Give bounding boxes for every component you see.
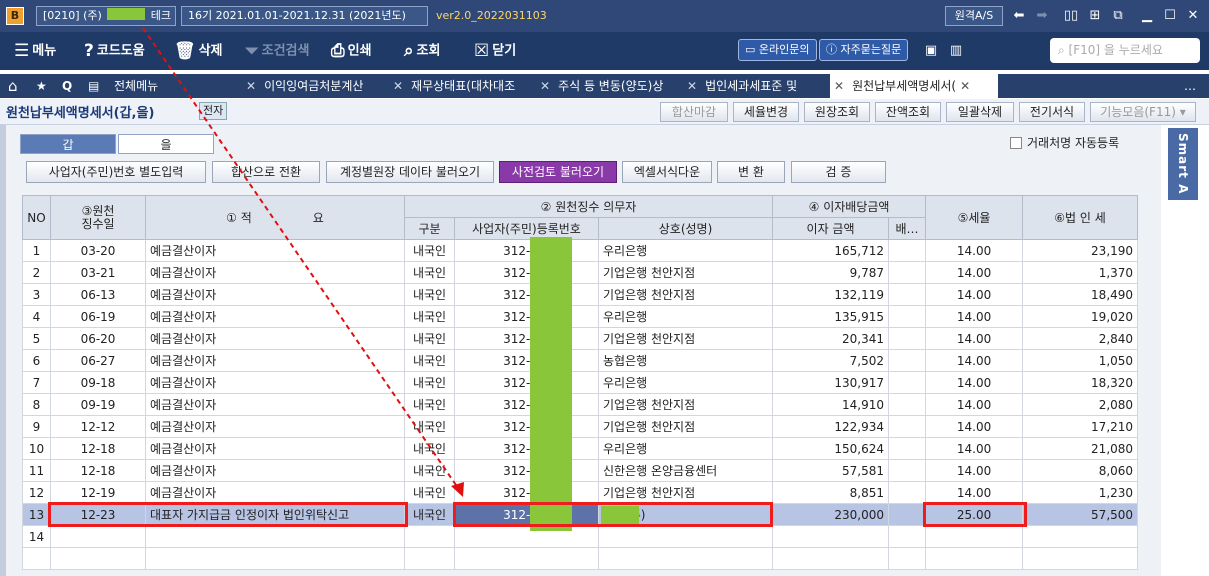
annotation-arrow	[142, 27, 464, 497]
